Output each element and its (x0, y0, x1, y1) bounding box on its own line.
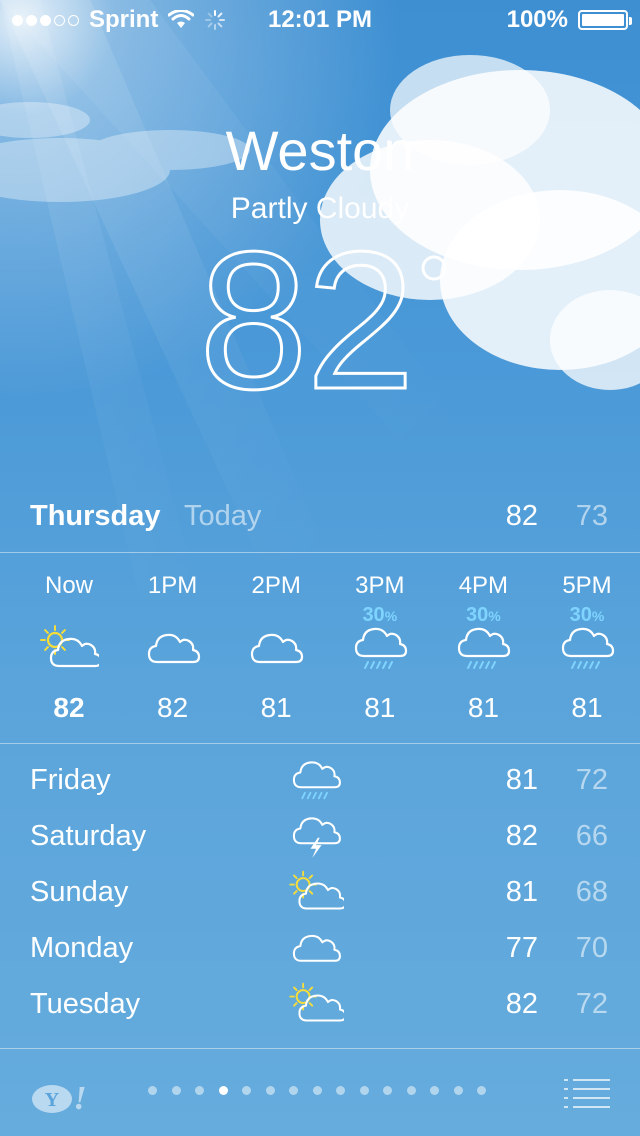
city-name: Weston (225, 119, 415, 182)
hourly-temp: 81 (571, 692, 603, 723)
status-bar: Sprint 12:01 PM 100% (0, 0, 640, 40)
battery-icon (578, 10, 632, 30)
page-dot[interactable] (406, 1086, 416, 1095)
page-dot[interactable] (289, 1086, 298, 1095)
day-low: 72 (575, 988, 608, 1020)
rain-icon (561, 627, 615, 669)
day-high: 82 (505, 988, 538, 1020)
day-name: Sunday (30, 876, 129, 908)
day-name: Friday (30, 764, 111, 796)
battery-percent: 100% (506, 6, 568, 33)
hourly-time: 4PM (458, 572, 509, 599)
day-high: 77 (505, 932, 538, 964)
hourly-temp: 82 (157, 692, 189, 723)
svg-text:Y: Y (45, 1089, 60, 1111)
page-dot[interactable] (312, 1086, 322, 1095)
yahoo-logo-icon[interactable]: Y ! (30, 1079, 90, 1115)
today-summary-row: Thursday Today 82 73 (0, 492, 640, 548)
page-dot[interactable] (195, 1086, 204, 1095)
divider (0, 743, 640, 744)
condition-text: Partly Cloudy (230, 192, 410, 225)
page-dot[interactable] (265, 1086, 275, 1095)
page-dot[interactable] (453, 1086, 463, 1095)
current-temperature: 82 (0, 228, 640, 408)
daily-row-friday: Friday 81 72 (0, 752, 640, 808)
day-low: 66 (575, 820, 608, 852)
daily-row-saturday: Saturday 82 66 (0, 808, 640, 864)
temperature-value: 82 (199, 228, 413, 408)
page-indicator[interactable] (148, 1086, 486, 1095)
rain-icon (354, 627, 407, 669)
page-dot[interactable] (359, 1086, 369, 1095)
hourly-time: 5PM (562, 572, 612, 599)
hourly-time: Now (44, 572, 93, 599)
page-dot[interactable] (148, 1086, 157, 1095)
daily-row-sunday: Sunday 81 68 (0, 864, 640, 920)
svg-text:!: ! (73, 1080, 86, 1115)
degree-symbol (421, 255, 447, 281)
day-name: Saturday (30, 820, 147, 852)
day-name: Tuesday (30, 988, 141, 1020)
hourly-time: 3PM (355, 572, 405, 599)
hourly-temp: 82 (53, 692, 85, 723)
day-high: 82 (505, 820, 538, 852)
daily-row-tuesday: Tuesday 82 72 (0, 976, 640, 1032)
day-name: Monday (30, 932, 134, 964)
status-right: 100% (506, 6, 632, 34)
hourly-forecast[interactable]: Now 82 1PM 82 2PM 81 3PM 30% 81 4PM 30% 81 5PM 30% 81 (0, 552, 640, 742)
cloudy-icon (251, 633, 304, 664)
rain-icon (458, 627, 511, 669)
hourly-time: 1PM (147, 572, 198, 599)
day-high: 81 (505, 764, 538, 796)
page-dot[interactable] (383, 1086, 392, 1095)
page-dot[interactable] (218, 1086, 228, 1095)
daily-row-monday: Monday 77 70 (0, 920, 640, 976)
page-dot[interactable] (477, 1086, 486, 1095)
today-label: Today (184, 500, 262, 532)
partly-cloudy-icon (289, 982, 347, 1022)
bottom-bar: Y ! (0, 1049, 640, 1136)
list-menu-icon[interactable] (564, 1077, 610, 1109)
rain-icon (292, 761, 341, 800)
page-dot[interactable] (336, 1086, 345, 1095)
page-dot[interactable] (171, 1086, 181, 1095)
thunderstorm-icon (292, 817, 341, 858)
cloudy-icon (292, 934, 341, 962)
hourly-time: 2PM (251, 572, 301, 599)
today-high: 82 (505, 500, 538, 532)
day-low: 68 (575, 876, 608, 908)
partly-cloudy-icon (40, 625, 103, 668)
page-dot[interactable] (242, 1086, 251, 1095)
hourly-temp: 81 (260, 692, 292, 723)
hourly-temp: 81 (467, 692, 499, 723)
today-low: 73 (575, 500, 608, 532)
day-low: 72 (575, 764, 608, 796)
partly-cloudy-icon (289, 870, 347, 910)
today-day: Thursday (30, 500, 161, 532)
page-dot[interactable] (430, 1086, 439, 1095)
day-high: 81 (505, 876, 538, 908)
day-low: 70 (575, 932, 608, 964)
hourly-temp: 81 (364, 692, 396, 723)
cloudy-icon (147, 633, 200, 664)
